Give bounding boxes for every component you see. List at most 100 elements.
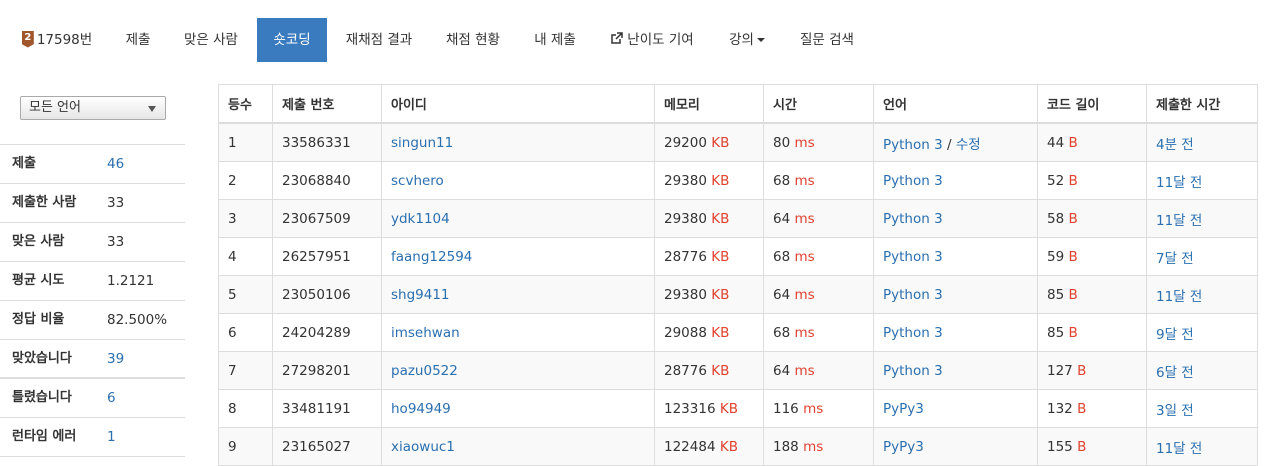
memory-unit: KB	[719, 438, 738, 455]
cell-submitted-at: 11달 전	[1146, 199, 1258, 238]
user-link[interactable]: ydk1104	[391, 211, 450, 227]
cell-submitted-at: 11달 전	[1146, 161, 1258, 200]
tab-lectures-label: 강의	[729, 32, 754, 48]
memory-value: 29088	[664, 324, 707, 341]
user-link[interactable]: shg9411	[391, 287, 450, 303]
code-length-value: 59	[1047, 248, 1065, 265]
rank-value: 1	[228, 134, 237, 151]
submit-id-value: 26257951	[282, 248, 351, 265]
time-value: 68	[773, 324, 791, 341]
submit-id-value: 24204289	[282, 324, 351, 341]
tab-submit[interactable]: 제출	[112, 18, 164, 62]
tab-question-search-label: 질문 검색	[800, 32, 854, 48]
stat-label: 제출한 사람	[12, 195, 77, 210]
memory-value: 29380	[664, 210, 707, 227]
cell-submitted-at: 7달 전	[1146, 237, 1258, 276]
code-length-value: 52	[1047, 172, 1065, 189]
language-select[interactable]: 모든 언어	[20, 96, 166, 120]
code-length-value: 44	[1047, 134, 1065, 151]
tab-my-submissions[interactable]: 내 제출	[524, 18, 586, 62]
cell-time: 68 ms	[763, 313, 874, 352]
submit-id-value: 23165027	[282, 438, 351, 455]
submitted-at-link[interactable]: 4분 전	[1156, 137, 1194, 153]
code-length-unit: B	[1068, 248, 1078, 265]
stat-row-average-tries: 평균 시도 1.2121	[0, 262, 185, 301]
language-link[interactable]: PyPy3	[883, 439, 924, 455]
submitted-at-link[interactable]: 11달 전	[1156, 213, 1202, 229]
memory-unit: KB	[711, 286, 730, 303]
cell-rank: 4	[218, 237, 273, 276]
tab-question-search[interactable]: 질문 검색	[788, 18, 866, 62]
tab-accepted-users[interactable]: 맞은 사람	[172, 18, 250, 62]
user-link[interactable]: pazu0522	[391, 363, 458, 379]
stat-label: 정답 비율	[12, 312, 65, 327]
stat-value: 33	[107, 234, 125, 250]
code-length-unit: B	[1077, 400, 1087, 417]
language-link[interactable]: Python 3	[883, 287, 943, 303]
user-link[interactable]: singun11	[391, 135, 453, 151]
user-link[interactable]: xiaowuc1	[391, 439, 455, 455]
column-header-submitted-at: 제출한 시간	[1146, 84, 1258, 124]
tab-short-coding[interactable]: 숏코딩	[257, 18, 327, 62]
cell-language: Python 3	[873, 161, 1038, 200]
cell-submitted-at: 6달 전	[1146, 351, 1258, 390]
cell-user-id: imsehwan	[381, 313, 655, 352]
language-link[interactable]: Python 3	[883, 137, 943, 153]
cell-rank: 8	[218, 389, 273, 428]
cell-language: Python 3	[873, 351, 1038, 390]
submitted-at-link[interactable]: 11달 전	[1156, 441, 1202, 457]
submitted-at-link[interactable]: 9달 전	[1156, 327, 1194, 343]
submitted-at-link[interactable]: 3일 전	[1156, 403, 1194, 419]
language-link[interactable]: Python 3	[883, 325, 943, 341]
stat-value-link[interactable]: 46	[107, 145, 124, 183]
submitted-at-link[interactable]: 7달 전	[1156, 251, 1194, 267]
memory-unit: KB	[711, 362, 730, 379]
user-link[interactable]: faang12594	[391, 249, 472, 265]
column-header-language: 언어	[873, 84, 1038, 124]
tab-difficulty-contribution[interactable]: 난이도 기여	[598, 18, 706, 62]
memory-value: 123316	[664, 400, 716, 417]
memory-unit: KB	[711, 172, 730, 189]
time-value: 64	[773, 362, 791, 379]
language-link[interactable]: Python 3	[883, 211, 943, 227]
rank-value: 4	[228, 248, 237, 265]
memory-value: 28776	[664, 248, 707, 265]
language-link[interactable]: Python 3	[883, 173, 943, 189]
cell-submitted-at: 11달 전	[1146, 275, 1258, 314]
time-unit: ms	[794, 172, 815, 189]
problem-number-tab[interactable]: 2 17598번	[12, 18, 102, 62]
language-link[interactable]: Python 3	[883, 249, 943, 265]
rank-value: 9	[228, 438, 237, 455]
tab-rejudge-results[interactable]: 재채점 결과	[334, 18, 424, 62]
user-link[interactable]: ho94949	[391, 401, 451, 417]
column-header-rank: 등수	[218, 84, 273, 124]
language-link[interactable]: Python 3	[883, 363, 943, 379]
cell-code-length: 155 B	[1037, 427, 1147, 466]
tab-my-submissions-label: 내 제출	[534, 32, 576, 48]
tab-lectures[interactable]: 강의	[718, 18, 776, 62]
column-header-time: 시간	[763, 84, 874, 124]
user-link[interactable]: scvhero	[391, 173, 444, 189]
language-link[interactable]: PyPy3	[883, 401, 924, 417]
cell-user-id: ho94949	[381, 389, 655, 428]
code-length-value: 85	[1047, 324, 1065, 341]
submitted-at-link[interactable]: 11달 전	[1156, 175, 1202, 191]
stat-label: 맞았습니다	[12, 351, 72, 366]
memory-unit: KB	[719, 400, 738, 417]
cell-submit-id: 23050106	[272, 275, 382, 314]
stat-value-link[interactable]: 1	[107, 418, 116, 456]
submitted-at-link[interactable]: 6달 전	[1156, 365, 1194, 381]
submitted-at-link[interactable]: 11달 전	[1156, 289, 1202, 305]
stat-value-link[interactable]: 39	[107, 340, 124, 378]
cell-rank: 2	[218, 161, 273, 200]
stat-row-runtime-error: 런타임 에러 1	[0, 418, 185, 457]
stat-row-accepted: 맞았습니다 39	[0, 340, 185, 379]
stat-value-link[interactable]: 6	[107, 379, 116, 417]
memory-unit: KB	[711, 324, 730, 341]
edit-link[interactable]: 수정	[956, 137, 981, 153]
memory-value: 29380	[664, 172, 707, 189]
code-length-value: 58	[1047, 210, 1065, 227]
time-unit: ms	[794, 286, 815, 303]
tab-judge-status[interactable]: 채점 현황	[433, 18, 513, 62]
user-link[interactable]: imsehwan	[391, 325, 460, 341]
